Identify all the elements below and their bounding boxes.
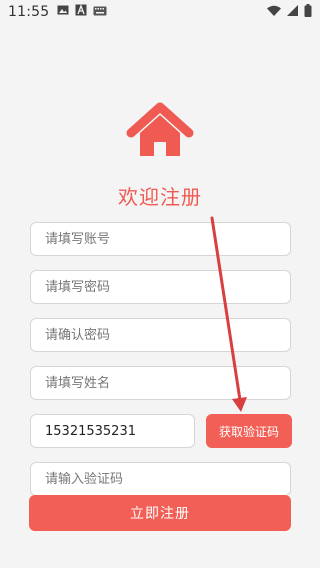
account-input[interactable] <box>30 222 291 256</box>
password-input[interactable] <box>30 270 291 304</box>
wifi-icon <box>267 5 281 20</box>
confirm-password-input[interactable] <box>30 318 291 352</box>
text-a-icon <box>75 4 87 20</box>
register-button[interactable]: 立即注册 <box>29 495 291 531</box>
status-bar: 11:55 <box>0 0 320 24</box>
keyboard-icon <box>93 5 107 20</box>
battery-icon <box>304 3 312 21</box>
verification-code-input[interactable] <box>30 462 291 496</box>
name-input[interactable] <box>30 366 291 400</box>
image-icon <box>57 4 69 20</box>
signal-icon <box>287 4 298 20</box>
page-title: 欢迎注册 <box>118 185 202 209</box>
home-icon <box>125 100 195 160</box>
get-code-button[interactable]: 获取验证码 <box>206 414 292 448</box>
phone-input[interactable] <box>30 414 195 448</box>
status-time: 11:55 <box>8 4 50 20</box>
